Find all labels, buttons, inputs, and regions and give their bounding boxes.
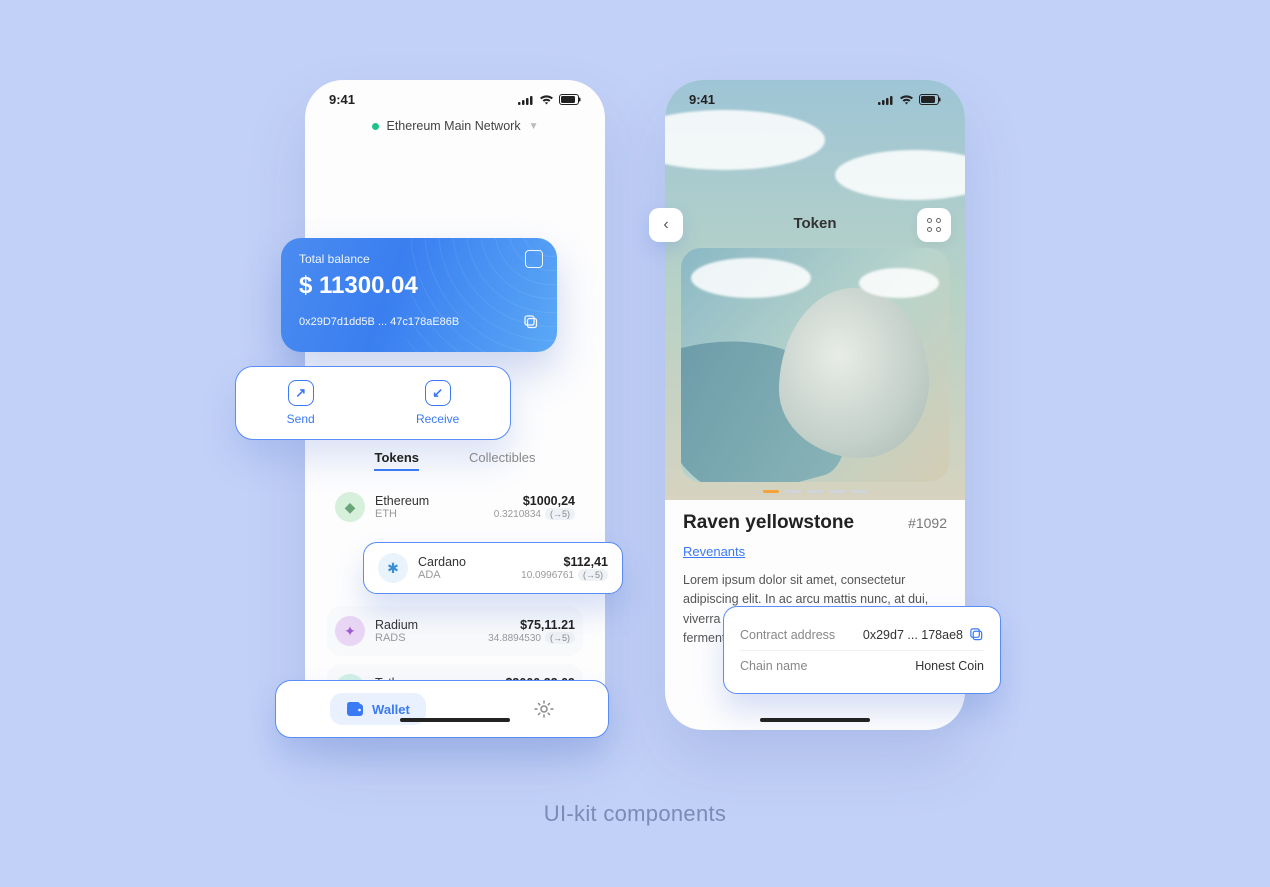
signal-icon	[878, 95, 894, 105]
send-button[interactable]: ↗ Send	[287, 380, 315, 426]
status-bar: 9:41	[305, 80, 605, 107]
status-icons	[878, 94, 941, 105]
status-icons	[518, 94, 581, 105]
token-value: $112,41	[521, 555, 608, 569]
copy-icon[interactable]	[523, 314, 539, 330]
wallet-screen: 9:41 Ethereum Main Network ▼ Total balan…	[305, 80, 605, 730]
nft-id: #1092	[908, 515, 947, 531]
receive-label: Receive	[416, 412, 459, 426]
token-symbol: ETH	[375, 508, 429, 520]
image-pagination[interactable]	[665, 490, 965, 493]
wifi-icon	[539, 94, 554, 105]
contract-card: Contract address 0x29d7 ... 178ae8 Chain…	[723, 606, 1001, 694]
contract-address-value: 0x29d7 ... 178ae8	[863, 628, 963, 642]
wallet-icon	[346, 701, 364, 717]
chain-name-label: Chain name	[740, 659, 807, 673]
balance-label: Total balance	[299, 252, 539, 266]
balance-amount: $ 11300.04	[299, 272, 539, 300]
chevron-down-icon: ▼	[529, 121, 539, 132]
token-amount: 34.8894530	[488, 633, 541, 644]
gear-icon	[534, 699, 554, 719]
wifi-icon	[899, 94, 914, 105]
nav-wallet-label: Wallet	[372, 702, 410, 717]
receive-button[interactable]: ↙ Receive	[416, 380, 459, 426]
contract-address-label: Contract address	[740, 628, 835, 642]
nav-settings[interactable]	[534, 699, 554, 719]
grid-icon	[927, 218, 941, 232]
token-row-eth[interactable]: ◆ Ethereum ETH $1000,24 0.3210834 (→5)	[327, 482, 583, 532]
receive-icon: ↙	[425, 380, 451, 406]
token-name: Cardano	[418, 555, 466, 569]
page-dot-1[interactable]	[763, 490, 779, 493]
network-selector[interactable]: Ethereum Main Network ▼	[305, 119, 605, 133]
cardano-icon: ✱	[378, 553, 408, 583]
battery-icon	[919, 94, 941, 105]
collection-link[interactable]: Revenants	[683, 544, 745, 559]
tab-collectibles[interactable]: Collectibles	[469, 450, 535, 471]
status-bar: 9:41	[665, 80, 965, 107]
nft-image[interactable]	[681, 248, 949, 482]
token-row-ada-selected[interactable]: ✱ Cardano ADA $112,41 10.0996761 (→5)	[363, 542, 623, 594]
status-time: 9:41	[689, 92, 715, 107]
token-change: (→5)	[545, 508, 575, 520]
radium-icon: ✦	[335, 616, 365, 646]
copy-icon[interactable]	[969, 627, 984, 642]
network-label: Ethereum Main Network	[387, 119, 521, 133]
token-amount: 10.0996761	[521, 570, 574, 581]
page-dot-5[interactable]	[851, 490, 867, 493]
status-dot-icon	[372, 123, 379, 130]
token-change: (→5)	[578, 569, 608, 581]
battery-icon	[559, 94, 581, 105]
nft-name: Raven yellowstone	[683, 512, 854, 534]
token-symbol: RADS	[375, 632, 418, 644]
home-indicator	[400, 718, 510, 722]
send-icon: ↗	[288, 380, 314, 406]
token-change: (→5)	[545, 632, 575, 644]
page-dot-2[interactable]	[785, 490, 801, 493]
caption: UI-kit components	[0, 801, 1270, 827]
notes-icon[interactable]	[525, 250, 543, 268]
home-indicator	[760, 718, 870, 722]
token-name: Ethereum	[375, 494, 429, 508]
page-dot-3[interactable]	[807, 490, 823, 493]
token-amount: 0.3210834	[494, 509, 541, 520]
chain-name-value: Honest Coin	[915, 659, 984, 673]
token-value: $75,11.21	[488, 618, 575, 632]
status-time: 9:41	[329, 92, 355, 107]
token-row-rads[interactable]: ✦ Radium RADS $75,11.21 34.8894530 (→5)	[327, 606, 583, 656]
token-value: $1000,24	[494, 494, 575, 508]
menu-button[interactable]	[917, 208, 951, 242]
send-receive-card: ↗ Send ↙ Receive	[235, 366, 511, 440]
page-dot-4[interactable]	[829, 490, 845, 493]
signal-icon	[518, 95, 534, 105]
ethereum-icon: ◆	[335, 492, 365, 522]
wallet-tabs: Tokens Collectibles	[305, 450, 605, 471]
token-symbol: ADA	[418, 569, 466, 581]
send-label: Send	[287, 412, 315, 426]
balance-card: Total balance $ 11300.04 0x29D7d1dd5B ..…	[281, 238, 557, 352]
token-name: Radium	[375, 618, 418, 632]
tab-tokens[interactable]: Tokens	[374, 450, 419, 471]
token-screen: 9:41 ‹ Token	[665, 80, 965, 730]
wallet-address: 0x29D7d1dd5B ... 47c178aE86B	[299, 316, 459, 328]
bottom-nav: Wallet	[275, 680, 609, 738]
